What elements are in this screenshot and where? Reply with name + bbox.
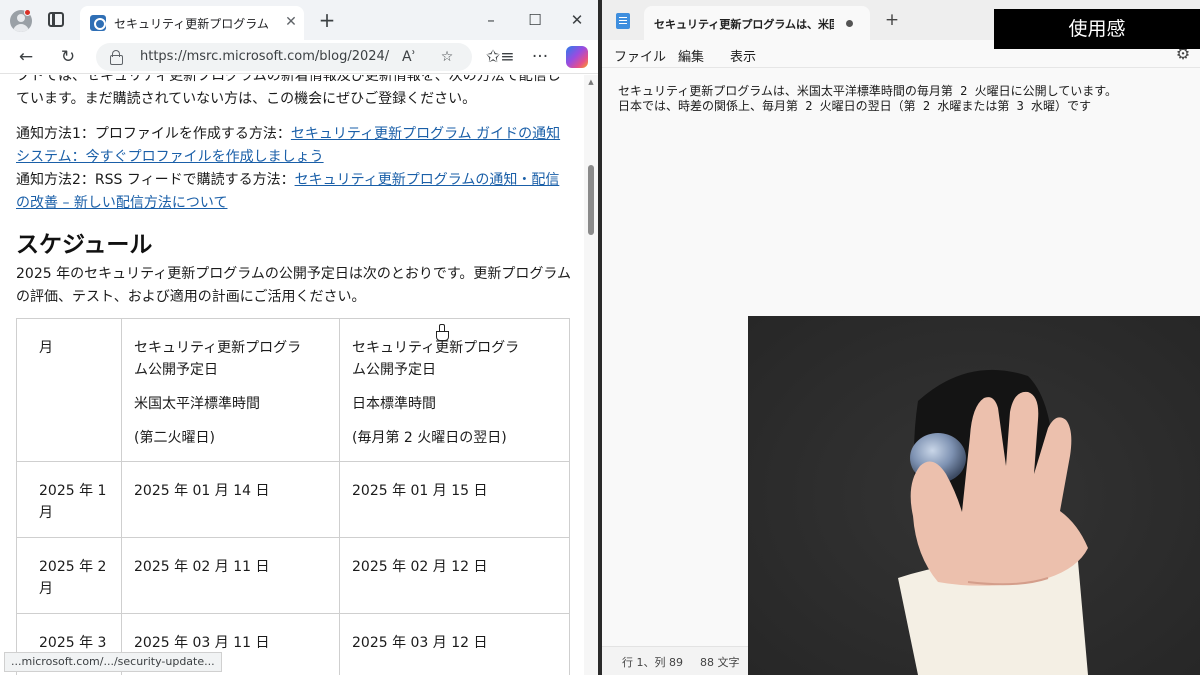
schedule-intro: 2025 年のセキュリティ更新プログラムの公開予定日は次のとおりです。更新プログ… [16, 266, 571, 305]
back-arrow-icon[interactable]: ← [14, 45, 38, 69]
menu-edit[interactable]: 編集 [678, 46, 704, 65]
notepad-app-icon [616, 13, 630, 29]
hand-cursor-icon [436, 324, 449, 341]
close-window-button[interactable]: ✕ [562, 8, 592, 32]
notification-dot-icon [24, 9, 31, 16]
url-text[interactable]: https://msrc.microsoft.com/blog/2024/1..… [140, 49, 390, 64]
scroll-thumb[interactable] [588, 165, 594, 235]
hand-on-trackball-image [748, 316, 1200, 675]
cursor-position: 行 1、列 89 [622, 656, 683, 669]
minimize-button[interactable]: – [476, 8, 506, 32]
menu-view[interactable]: 表示 [730, 46, 756, 65]
read-aloud-icon[interactable]: Aʾ [398, 46, 420, 68]
header-month: 月 [16, 318, 122, 462]
maximize-button[interactable]: ☐ [520, 8, 550, 32]
cell-pst-date: 2025 年 01 月 14 日 [121, 461, 340, 538]
tab-close-icon[interactable]: ✕ [284, 13, 298, 31]
cell-jst-date: 2025 年 03 月 12 日 [339, 613, 570, 675]
notify-method-2: 通知方法2：RSS フィードで購読する方法：セキュリティ更新プログラムの通知・配… [16, 169, 572, 215]
lock-icon[interactable] [110, 50, 123, 65]
msrc-favicon-icon [90, 15, 106, 31]
notepad-tab-title: セキュリティ更新プログラムは、米国太平洋 [654, 18, 834, 31]
more-menu-icon[interactable]: ··· [528, 45, 552, 69]
schedule-table: 月 セキュリティ更新プログラ ム公開予定日 米国太平洋標準時間 (第二火曜日) … [16, 318, 570, 675]
link-status-url: ...microsoft.com/.../security-update... [4, 652, 222, 672]
address-bar[interactable]: https://msrc.microsoft.com/blog/2024/1..… [96, 43, 472, 71]
notify-method-2-label: 通知方法2：RSS フィードで購読する方法： [16, 172, 295, 188]
notepad-tab-active[interactable]: セキュリティ更新プログラムは、米国太平洋 [644, 6, 870, 40]
table-row: 2025 年 1月 2025 年 01 月 14 日 2025 年 01 月 1… [16, 461, 570, 538]
browser-tab-bar: セキュリティ更新プログラム リリース スケ ✕ + – ☐ ✕ [0, 0, 598, 40]
camera-inset [748, 316, 1200, 675]
reload-icon[interactable]: ↻ [56, 45, 80, 69]
table-header-row: 月 セキュリティ更新プログラ ム公開予定日 米国太平洋標準時間 (第二火曜日) … [16, 318, 570, 462]
unsaved-dot-icon[interactable] [846, 20, 853, 27]
intro-paragraph: フトでは、セキュリティ更新プログラムの新着情報及び更新情報を、次の方法で配信して… [16, 75, 561, 107]
notify-method-1-label: 通知方法1：プロファイルを作成する方法： [16, 126, 291, 142]
copilot-icon[interactable] [566, 46, 588, 68]
header-pst: セキュリティ更新プログラ ム公開予定日 米国太平洋標準時間 (第二火曜日) [121, 318, 340, 462]
new-tab-button[interactable]: + [316, 8, 338, 32]
schedule-heading: スケジュール [16, 232, 153, 258]
char-count: 88 文字 [700, 656, 740, 669]
browser-toolbar: ← ↻ https://msrc.microsoft.com/blog/2024… [0, 40, 598, 74]
browser-tab-active[interactable]: セキュリティ更新プログラム リリース スケ ✕ [80, 6, 304, 40]
page-scrollbar[interactable]: ▲ [584, 75, 598, 675]
notify-method-1: 通知方法1：プロファイルを作成する方法：セキュリティ更新プログラム ガイドの通知… [16, 123, 572, 169]
browser-tab-title: セキュリティ更新プログラム リリース スケ [114, 17, 274, 31]
table-row: 2025 年 2月 2025 年 02 月 11 日 2025 年 02 月 1… [16, 537, 570, 614]
cell-jst-date: 2025 年 02 月 12 日 [339, 537, 570, 614]
favorites-icon[interactable]: ✩≡ [486, 45, 515, 69]
favorite-star-icon[interactable]: ☆ [436, 46, 458, 68]
cell-pst-date: 2025 年 02 月 11 日 [121, 537, 340, 614]
editor-line: セキュリティ更新プログラムは、米国太平洋標準時間の毎月第 2 火曜日に公開してい… [618, 84, 1118, 98]
tab-actions-icon[interactable] [48, 12, 64, 27]
notepad-new-tab-button[interactable]: + [882, 10, 902, 30]
notepad-editor[interactable]: セキュリティ更新プログラムは、米国太平洋標準時間の毎月第 2 火曜日に公開してい… [618, 84, 1194, 114]
scroll-up-icon[interactable]: ▲ [587, 78, 595, 86]
header-jst: セキュリティ更新プログラ ム公開予定日 日本標準時間 (毎月第 2 火曜日の翌日… [339, 318, 570, 462]
page-content: フトでは、セキュリティ更新プログラムの新着情報及び更新情報を、次の方法で配信して… [0, 75, 584, 675]
editor-line: 日本では、時差の関係上、毎月第 2 火曜日の翌日（第 2 水曜または第 3 水曜… [618, 99, 1092, 113]
browser-window: セキュリティ更新プログラム リリース スケ ✕ + – ☐ ✕ ← ↻ http… [0, 0, 598, 675]
cell-month: 2025 年 2月 [16, 537, 122, 614]
cell-jst-date: 2025 年 01 月 15 日 [339, 461, 570, 538]
cell-month: 2025 年 1月 [16, 461, 122, 538]
usage-label-overlay: 使用感 [994, 9, 1200, 49]
menu-file[interactable]: ファイル [614, 46, 666, 65]
